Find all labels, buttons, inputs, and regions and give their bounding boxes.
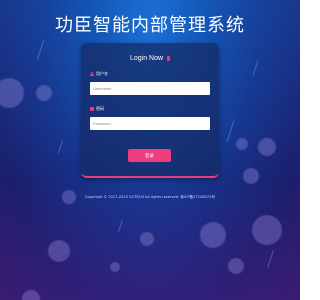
copyright-text: Copyright © 2017-2023 GCTECH All rights … xyxy=(84,195,216,199)
password-label-text: 密码 xyxy=(96,106,104,111)
bokeh-decoration xyxy=(243,168,259,184)
login-button[interactable]: 登录 xyxy=(128,149,171,162)
bokeh-decoration xyxy=(0,78,24,108)
bokeh-decoration xyxy=(236,138,248,150)
page-title: 功臣智能内部管理系统 xyxy=(55,15,245,36)
bokeh-decoration xyxy=(252,215,282,245)
bokeh-decoration xyxy=(228,258,244,274)
light-streak xyxy=(252,60,259,76)
password-label: 密码 xyxy=(90,106,104,112)
lock-icon xyxy=(90,107,94,111)
login-page-background: 功臣智能内部管理系统 Login Now 用户名 密码 登录 Copyright… xyxy=(0,0,300,300)
bokeh-decoration xyxy=(200,222,226,248)
light-streak xyxy=(226,120,235,142)
login-card-title: Login Now xyxy=(81,55,219,62)
bokeh-decoration xyxy=(140,232,154,246)
username-label-text: 用户名 xyxy=(96,71,108,76)
login-card-title-text: Login Now xyxy=(129,55,164,62)
bokeh-decoration xyxy=(258,138,276,156)
login-card: Login Now 用户名 密码 登录 xyxy=(81,43,219,178)
password-input[interactable] xyxy=(90,117,210,130)
username-input[interactable] xyxy=(90,82,210,95)
light-streak xyxy=(267,250,274,268)
username-label: 用户名 xyxy=(90,71,108,77)
light-streak xyxy=(36,40,45,60)
light-streak xyxy=(57,140,64,154)
bokeh-decoration xyxy=(36,85,52,101)
user-icon xyxy=(90,72,94,76)
bokeh-decoration xyxy=(48,240,70,262)
bokeh-decoration xyxy=(22,290,40,300)
light-streak xyxy=(118,220,123,232)
lock-icon xyxy=(167,56,171,61)
bokeh-decoration xyxy=(110,262,120,272)
